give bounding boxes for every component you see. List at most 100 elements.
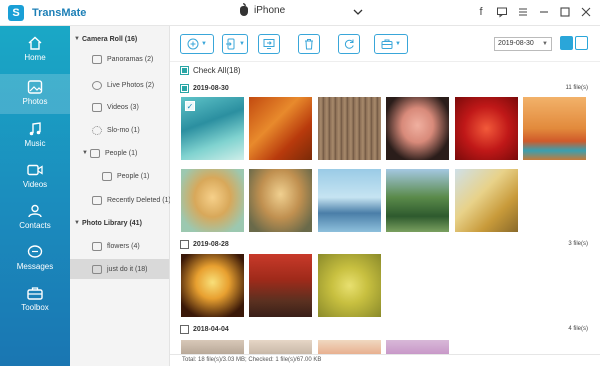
group-checkbox[interactable] [180, 324, 189, 334]
list-view-button[interactable] [575, 36, 588, 50]
album-icon [92, 241, 102, 251]
tree-live-photos[interactable]: Live Photos (2) [92, 76, 154, 94]
nav-toolbox[interactable]: Toolbox [0, 280, 70, 320]
add-button[interactable]: ▼ [180, 34, 214, 54]
tree-panoramas[interactable]: Panoramas (2) [92, 50, 153, 68]
device-selector[interactable]: iPhone [240, 2, 285, 16]
export-to-pc-button[interactable] [258, 34, 280, 54]
group-count: 3 file(s) [568, 241, 588, 247]
chevron-down-icon[interactable] [352, 6, 364, 18]
slomo-icon [92, 125, 102, 135]
tree-videos[interactable]: Videos (3) [92, 98, 139, 116]
photo-thumbnail[interactable] [455, 169, 518, 232]
nav-videos[interactable]: Videos [0, 157, 70, 197]
photo-thumbnail[interactable] [181, 254, 244, 317]
status-bar: Total: 18 file(s)/3.03 MB; Checked: 1 fi… [170, 354, 600, 366]
toolbar: ▼ ▼ ▼ 2019-08-30 ▼ [170, 26, 600, 62]
tree-flowers[interactable]: flowers (4) [92, 237, 140, 255]
tree-camera-roll[interactable]: ▼ Camera Roll (16) [74, 30, 137, 48]
group-date: 2019-08-28 [193, 240, 229, 248]
export-to-device-button[interactable]: ▼ [222, 34, 248, 54]
contacts-icon [28, 204, 42, 218]
toolbox-icon [27, 287, 43, 300]
checkmark-icon[interactable]: ✓ [185, 101, 195, 111]
check-all-label: Check All(18) [193, 66, 241, 75]
check-all-checkbox[interactable] [180, 66, 189, 75]
tree-slomo-label: Slo-mo (1) [107, 126, 140, 134]
people-icon [102, 171, 112, 181]
video-icon [27, 164, 43, 176]
facebook-icon[interactable]: f [475, 6, 487, 18]
photo-thumbnail[interactable] [318, 340, 381, 354]
refresh-button[interactable] [338, 34, 360, 54]
collapse-arrow-icon[interactable]: ▼ [82, 150, 90, 156]
tree-photo-library[interactable]: ▼ Photo Library (41) [74, 214, 142, 232]
photo-thumbnail[interactable] [181, 169, 244, 232]
nav-music[interactable]: Music [0, 116, 70, 156]
photo-thumbnail[interactable] [318, 97, 381, 160]
main-panel: ▼ ▼ ▼ 2019-08-30 ▼ Check All(18) 2019-08… [170, 26, 600, 366]
tree-slomo[interactable]: Slo-mo (1) [92, 121, 140, 139]
nav-home[interactable]: Home [0, 30, 70, 70]
chevron-down-icon: ▼ [395, 41, 401, 47]
photo-thumbnail[interactable] [386, 169, 449, 232]
tree-recently-deleted[interactable]: Recently Deleted (1) [92, 191, 171, 209]
tree-just-do-it[interactable]: just do it (18) [70, 259, 169, 279]
folder-tree: ▼ Camera Roll (16) Panoramas (2) Live Ph… [70, 26, 171, 366]
photo-thumbnail[interactable] [249, 97, 312, 160]
trash-icon [92, 195, 102, 205]
photo-thumbnail[interactable] [455, 97, 518, 160]
messages-icon [27, 245, 43, 258]
tree-panoramas-label: Panoramas (2) [107, 55, 154, 63]
check-all[interactable]: Check All(18) [180, 66, 241, 75]
nav-home-label: Home [24, 53, 46, 62]
group-header: 2019-08-30 11 file(s) [180, 82, 590, 94]
close-icon[interactable] [580, 6, 592, 18]
nav-photos-label: Photos [22, 97, 48, 106]
chevron-down-icon: ▼ [239, 41, 245, 47]
photo-thumbnail[interactable] [249, 169, 312, 232]
photo-icon [27, 80, 43, 94]
photo-thumbnail[interactable] [386, 97, 449, 160]
delete-button[interactable] [298, 34, 320, 54]
nav-videos-label: Videos [22, 180, 48, 189]
group-date: 2019-08-30 [193, 84, 229, 92]
nav-contacts[interactable]: Contacts [0, 198, 70, 238]
photo-thumbnail[interactable] [181, 340, 244, 354]
tree-flowers-label: flowers (4) [107, 242, 140, 250]
toolbox-button[interactable]: ▼ [374, 34, 408, 54]
nav-contacts-label: Contacts [19, 221, 51, 230]
sidebar: Home Photos Music Videos Contacts Messag… [0, 26, 70, 366]
tree-people[interactable]: People (1) [102, 167, 149, 185]
collapse-arrow-icon[interactable]: ▼ [74, 36, 82, 42]
tree-videos-label: Videos (3) [107, 103, 139, 111]
feedback-icon[interactable] [496, 6, 508, 18]
group-checkbox[interactable] [180, 239, 189, 249]
photo-thumbnail[interactable] [318, 169, 381, 232]
photo-thumbnail[interactable] [318, 254, 381, 317]
nav-messages[interactable]: Messages [0, 239, 70, 279]
brand: S TransMate [8, 5, 86, 21]
nav-photos[interactable]: Photos [0, 74, 70, 114]
toolbox-icon [381, 39, 393, 49]
photo-thumbnail[interactable] [249, 254, 312, 317]
grid-view-button[interactable] [560, 36, 573, 50]
tree-people-label: People (1) [117, 172, 150, 180]
window-controls: f [475, 6, 592, 18]
photo-thumbnail[interactable] [386, 340, 449, 354]
tree-people-group[interactable]: ▼ People (1) [82, 144, 137, 162]
photo-thumbnail[interactable] [523, 97, 586, 160]
group-checkbox[interactable] [180, 83, 189, 93]
chevron-down-icon: ▼ [201, 41, 207, 47]
menu-icon[interactable] [517, 6, 529, 18]
photo-thumbnail[interactable]: ✓ [181, 97, 244, 160]
export-device-icon [226, 38, 235, 50]
date-filter-select[interactable]: 2019-08-30 ▼ [494, 37, 552, 51]
collapse-arrow-icon[interactable]: ▼ [74, 220, 82, 226]
maximize-icon[interactable] [559, 6, 571, 18]
photo-thumbnail[interactable] [249, 340, 312, 354]
minimize-icon[interactable] [538, 6, 550, 18]
tree-photo-library-label: Photo Library (41) [82, 219, 142, 227]
trash-icon [305, 39, 313, 50]
title-bar: S TransMate iPhone f [0, 0, 600, 26]
